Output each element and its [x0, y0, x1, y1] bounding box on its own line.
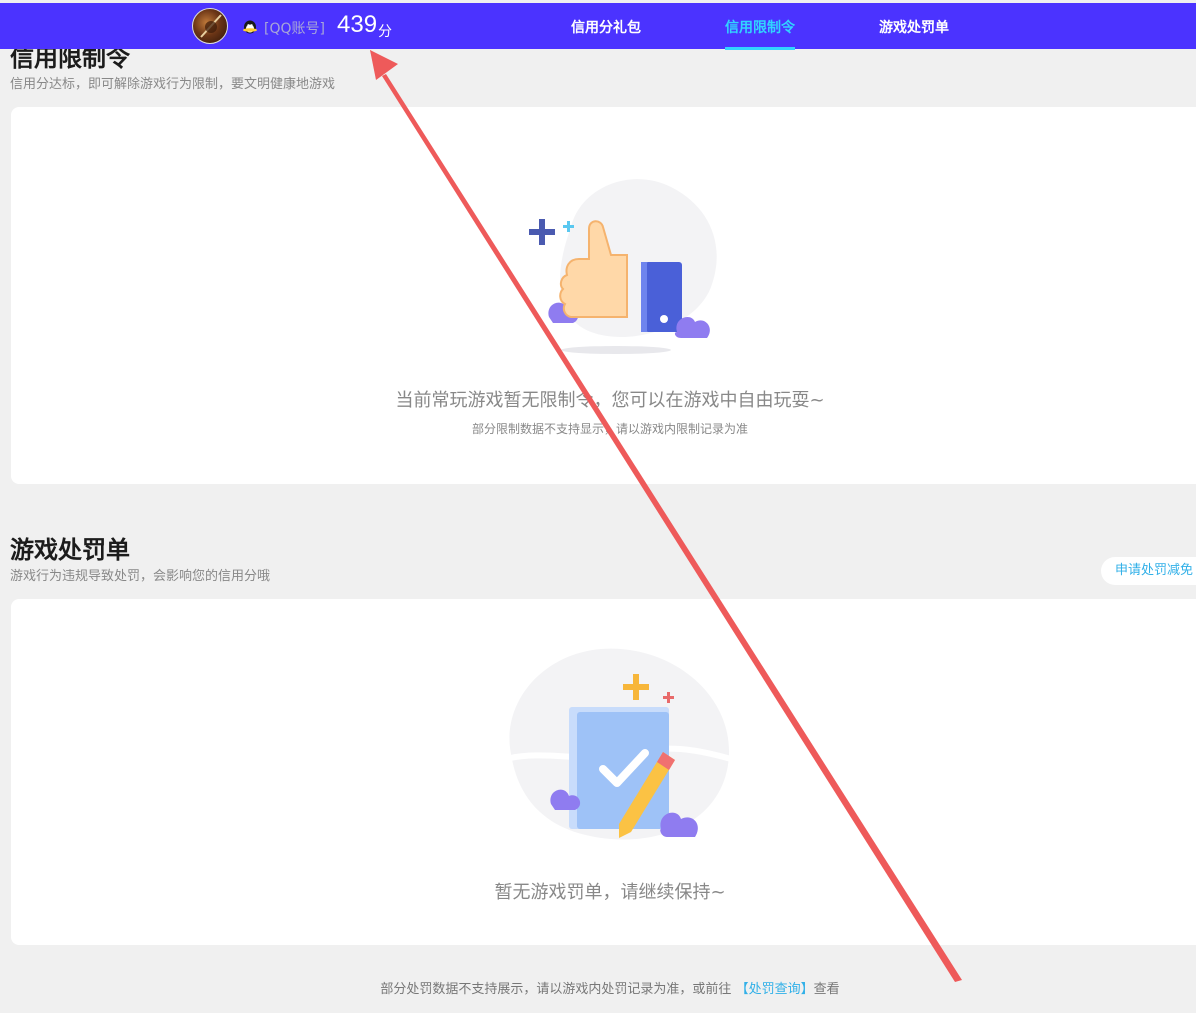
penalty-empty-message: 暂无游戏罚单，请继续保持~	[494, 882, 726, 903]
tab-credit-restriction[interactable]: 信用限制令	[725, 17, 795, 37]
apply-penalty-reduction-button[interactable]: 申请处罚减免	[1101, 557, 1196, 585]
footer-text-after: 查看	[813, 982, 840, 997]
tab-credit-gift[interactable]: 信用分礼包	[571, 17, 641, 37]
penalty-section-title: 游戏处罚单	[10, 536, 130, 564]
restriction-empty-note: 部分限制数据不支持显示，请以游戏内限制记录为准	[471, 422, 748, 436]
restriction-card: 当前常玩游戏暂无限制令，您可以在游戏中自由玩耍~ 部分限制数据不支持显示，请以游…	[11, 107, 1196, 484]
credit-score-unit: 分	[378, 24, 392, 40]
tab-game-penalty[interactable]: 游戏处罚单	[879, 17, 949, 37]
user-avatar[interactable]	[192, 8, 228, 44]
top-nav-bar: [QQ账号] 439 分 信用分礼包 信用限制令 游戏处罚单	[0, 3, 1196, 50]
restriction-section-subtitle: 信用分达标，即可解除游戏行为限制，要文明健康地游戏	[10, 77, 336, 92]
penalty-card: 暂无游戏罚单，请继续保持~	[11, 599, 1196, 945]
credit-score-value: 439	[337, 11, 378, 38]
checklist-pencil-icon	[501, 644, 741, 844]
active-tab-indicator	[725, 47, 795, 50]
footer-text-before: 部分处罚数据不支持展示，请以游戏内处罚记录为准，或前往	[380, 982, 732, 997]
qq-penguin-icon	[242, 19, 258, 35]
penalty-query-link[interactable]: 【处罚查询】	[736, 982, 814, 997]
account-type-label: [QQ账号]	[264, 21, 325, 37]
restriction-empty-message: 当前常玩游戏暂无限制令，您可以在游戏中自由玩耍~	[395, 390, 825, 411]
penalty-section-subtitle: 游戏行为违规导致处罚，会影响您的信用分哦	[10, 569, 271, 584]
thumbs-up-icon	[511, 167, 731, 357]
footer-note: 部分处罚数据不支持展示，请以游戏内处罚记录为准，或前往 【处罚查询】查看	[0, 978, 1196, 997]
